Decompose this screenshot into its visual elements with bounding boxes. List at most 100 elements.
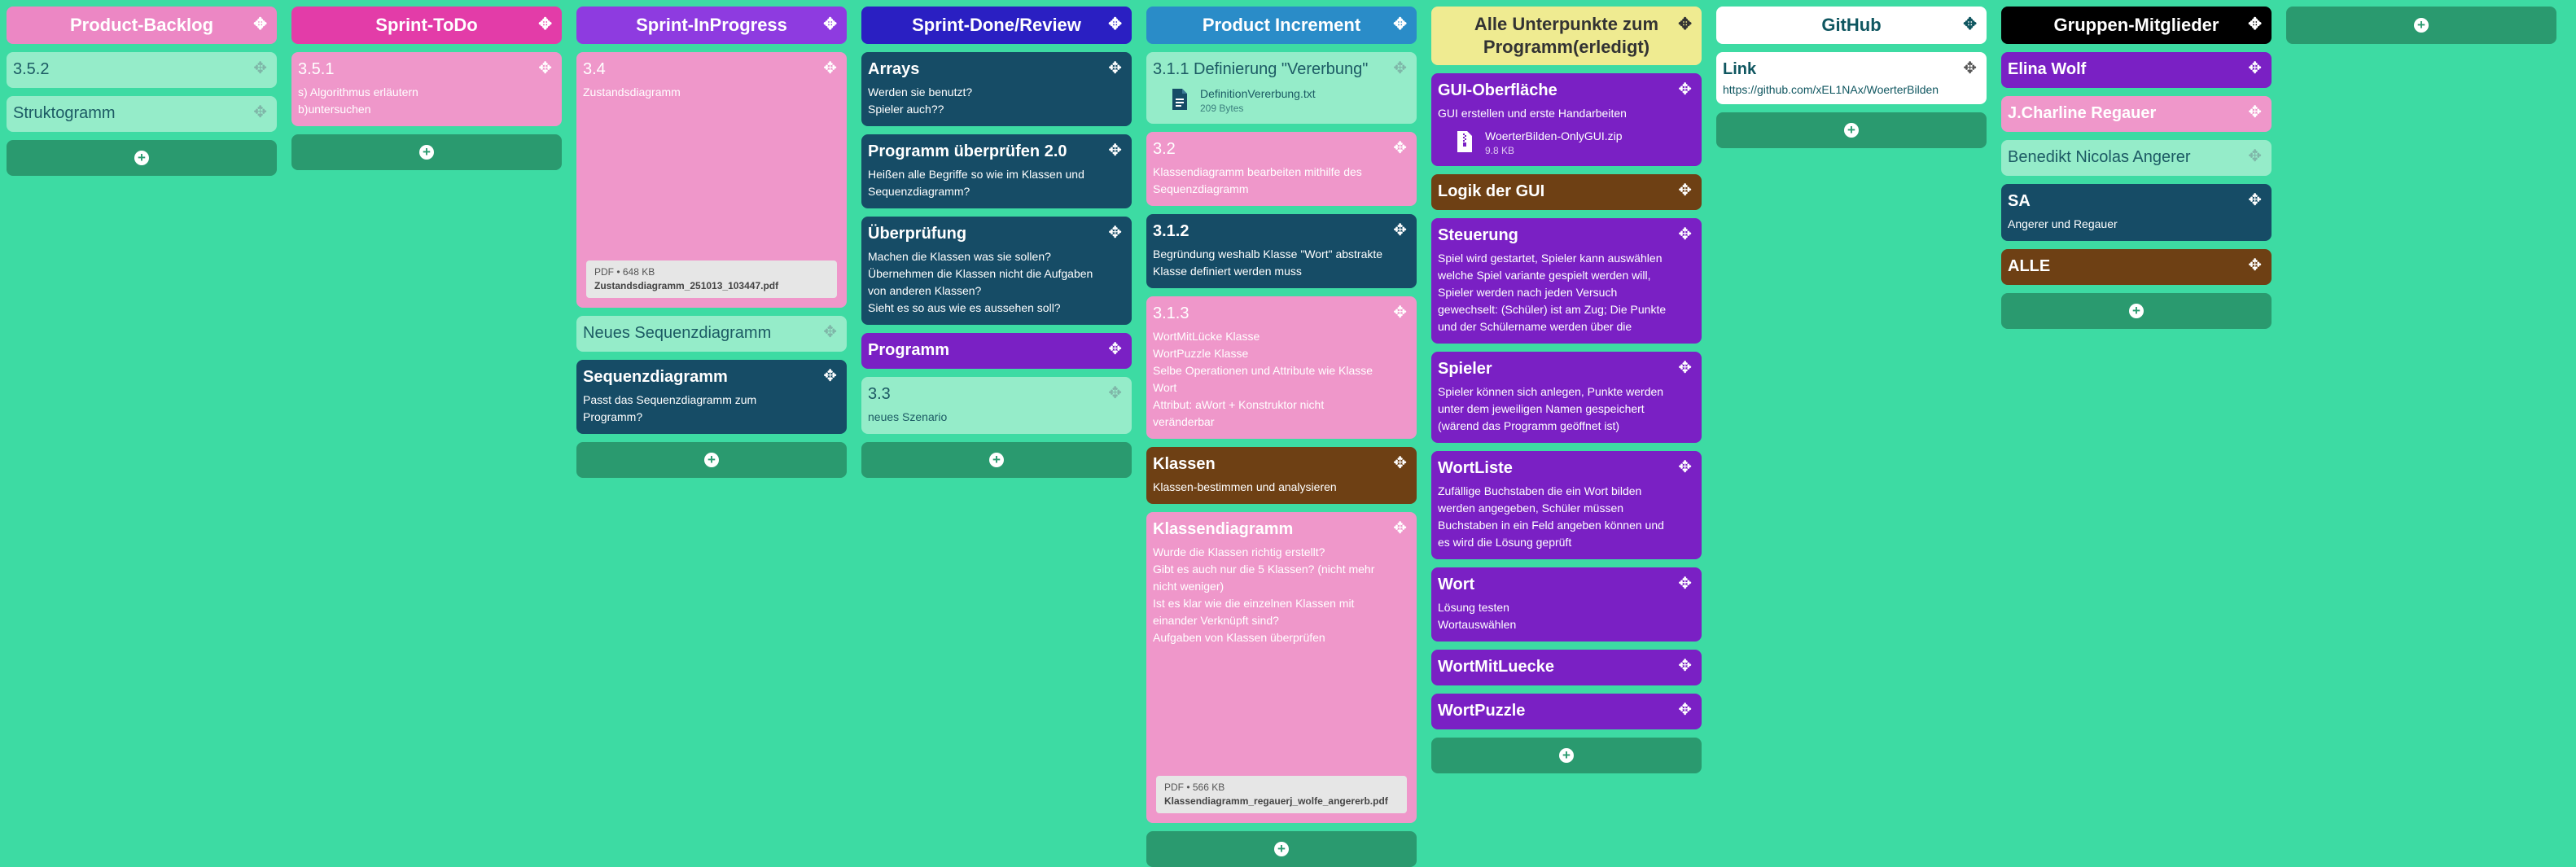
move-handle-icon[interactable]: ✥ — [1393, 16, 1407, 33]
add-card-button[interactable]: + — [1146, 831, 1417, 867]
add-card-button[interactable]: + — [7, 140, 277, 176]
add-card-button[interactable]: + — [861, 442, 1132, 478]
move-handle-icon[interactable]: ✥ — [538, 16, 552, 33]
column-header[interactable]: Sprint-ToDo ✥ — [291, 7, 562, 44]
card[interactable]: GUI-Oberfläche GUI erstellen und erste Ha… — [1431, 73, 1702, 166]
column-header[interactable]: GitHub ✥ — [1716, 7, 1987, 44]
move-handle-icon[interactable]: ✥ — [538, 60, 552, 77]
column-header[interactable]: Sprint-InProgress ✥ — [576, 7, 847, 44]
move-handle-icon[interactable]: ✥ — [2248, 60, 2262, 77]
move-handle-icon[interactable]: ✥ — [2248, 104, 2262, 120]
move-handle-icon[interactable]: ✥ — [823, 368, 837, 384]
column-header[interactable]: Sprint-Done/Review ✥ — [861, 7, 1132, 44]
move-handle-icon[interactable]: ✥ — [1108, 60, 1122, 77]
zip-file-icon — [1456, 130, 1474, 157]
card[interactable]: J.Charline Regauer ✥ — [2001, 96, 2272, 132]
card[interactable]: Klassen Klassen-bestimmen und analysieren… — [1146, 447, 1417, 504]
move-handle-icon[interactable]: ✥ — [2248, 192, 2262, 208]
kanban-board: Product-Backlog ✥ 3.5.2 ✥ Struktogramm ✥ + Spri… — [0, 0, 2576, 867]
card[interactable]: Logik der GUI ✥ — [1431, 174, 1702, 210]
add-circle-icon: + — [2414, 18, 2429, 33]
move-handle-icon[interactable]: ✥ — [1108, 341, 1122, 357]
card[interactable]: Klassendiagramm Wurde die Klassen richtig… — [1146, 512, 1417, 823]
move-handle-icon[interactable]: ✥ — [2248, 16, 2262, 33]
card[interactable]: 3.3 neues Szenario ✥ — [861, 377, 1132, 434]
github-link[interactable]: https://github.com/xEL1NAx/WoerterBilden — [1723, 83, 1954, 96]
move-handle-icon[interactable]: ✥ — [2248, 148, 2262, 164]
move-handle-icon[interactable]: ✥ — [1393, 304, 1407, 321]
pdf-meta: PDF • 648 KB — [594, 266, 655, 278]
card[interactable]: Struktogramm ✥ — [7, 96, 277, 132]
card[interactable]: 3.5.1 s) Algorithmus erläutern b)untersuc… — [291, 52, 562, 126]
move-handle-icon[interactable]: ✥ — [1963, 16, 1977, 33]
move-handle-icon[interactable]: ✥ — [1678, 576, 1692, 592]
card[interactable]: 3.1.1 Definierung "Vererbung" DefinitionV… — [1146, 52, 1417, 124]
card[interactable]: 3.1.2 Begründung weshalb Klasse "Wort" ab… — [1146, 214, 1417, 288]
move-handle-icon[interactable]: ✥ — [1108, 16, 1122, 33]
card[interactable]: Benedikt Nicolas Angerer ✥ — [2001, 140, 2272, 176]
move-handle-icon[interactable]: ✥ — [823, 60, 837, 77]
add-circle-icon: + — [1559, 748, 1574, 763]
add-column-button[interactable]: + — [2286, 7, 2556, 44]
move-handle-icon[interactable]: ✥ — [1393, 140, 1407, 156]
move-handle-icon[interactable]: ✥ — [823, 324, 837, 340]
move-handle-icon[interactable]: ✥ — [1678, 182, 1692, 199]
move-handle-icon[interactable]: ✥ — [2248, 257, 2262, 274]
add-card-button[interactable]: + — [2001, 293, 2272, 329]
add-circle-icon: + — [2129, 304, 2144, 318]
move-handle-icon[interactable]: ✥ — [1963, 60, 1977, 77]
card[interactable]: Link https://github.com/xEL1NAx/WoerterBi… — [1716, 52, 1987, 104]
card[interactable]: Überprüfung Machen die Klassen was sie so… — [861, 217, 1132, 325]
column-header[interactable]: Product-Backlog ✥ — [7, 7, 277, 44]
add-card-button[interactable]: + — [1716, 112, 1987, 148]
move-handle-icon[interactable]: ✥ — [1678, 459, 1692, 475]
move-handle-icon[interactable]: ✥ — [1678, 81, 1692, 98]
move-handle-icon[interactable]: ✥ — [1108, 225, 1122, 241]
card-description: WortMitLücke Klasse WortPuzzle Klasse Se… — [1153, 330, 1373, 428]
pdf-attachment[interactable]: PDF • 648 KB Zustandsdiagramm_251013_1034… — [586, 261, 837, 298]
move-handle-icon[interactable]: ✥ — [1678, 658, 1692, 674]
move-handle-icon[interactable]: ✥ — [1678, 16, 1692, 33]
move-handle-icon[interactable]: ✥ — [1393, 222, 1407, 239]
move-handle-icon[interactable]: ✥ — [1393, 520, 1407, 536]
card[interactable]: Neues Sequenzdiagramm ✥ — [576, 316, 847, 352]
column-header[interactable]: Alle Unterpunkte zum Programm(erledigt) ✥ — [1431, 7, 1702, 65]
move-handle-icon[interactable]: ✥ — [1108, 385, 1122, 401]
card[interactable]: WortMitLuecke ✥ — [1431, 650, 1702, 685]
card[interactable]: ALLE ✥ — [2001, 249, 2272, 285]
card[interactable]: Programm ✥ — [861, 333, 1132, 369]
card[interactable]: Wort Lösung testen Wortauswählen ✥ — [1431, 567, 1702, 641]
column-header[interactable]: Gruppen-Mitglieder ✥ — [2001, 7, 2272, 44]
file-attachment[interactable]: DefinitionVererbung.txt 209 Bytes — [1153, 86, 1384, 116]
card[interactable]: WortListe Zufällige Buchstaben die ein Wo… — [1431, 451, 1702, 559]
card[interactable]: 3.4 Zustandsdiagramm PDF • 648 KB Zustandsd… — [576, 52, 847, 308]
card[interactable]: 3.2 Klassendiagramm bearbeiten mithilfe d… — [1146, 132, 1417, 206]
card[interactable]: 3.5.2 ✥ — [7, 52, 277, 88]
move-handle-icon[interactable]: ✥ — [823, 16, 837, 33]
move-handle-icon[interactable]: ✥ — [253, 16, 267, 33]
column-header[interactable]: Product Increment ✥ — [1146, 7, 1417, 44]
card[interactable]: WortPuzzle ✥ — [1431, 694, 1702, 729]
card[interactable]: Steuerung Spiel wird gestartet, Spieler k… — [1431, 218, 1702, 344]
move-handle-icon[interactable]: ✥ — [1108, 142, 1122, 159]
card[interactable]: SA Angerer und Regauer ✥ — [2001, 184, 2272, 241]
add-card-button[interactable]: + — [576, 442, 847, 478]
move-handle-icon[interactable]: ✥ — [1678, 226, 1692, 243]
column-title: Product Increment — [1202, 15, 1361, 35]
move-handle-icon[interactable]: ✥ — [1678, 360, 1692, 376]
card[interactable]: Spieler Spieler können sich anlegen, Punk… — [1431, 352, 1702, 443]
add-card-button[interactable]: + — [1431, 738, 1702, 773]
add-card-button[interactable]: + — [291, 134, 562, 170]
card[interactable]: Arrays Werden sie benutzt? Spieler auch??… — [861, 52, 1132, 126]
card[interactable]: 3.1.3 WortMitLücke Klasse WortPuzzle Klas… — [1146, 296, 1417, 439]
file-attachment[interactable]: WoerterBilden-OnlyGUI.zip 9.8 KB — [1438, 129, 1669, 158]
move-handle-icon[interactable]: ✥ — [1393, 455, 1407, 471]
move-handle-icon[interactable]: ✥ — [253, 60, 267, 77]
move-handle-icon[interactable]: ✥ — [253, 104, 267, 120]
card[interactable]: Sequenzdiagramm Passt das Sequenzdiagramm… — [576, 360, 847, 434]
card[interactable]: Elina Wolf ✥ — [2001, 52, 2272, 88]
move-handle-icon[interactable]: ✥ — [1393, 60, 1407, 77]
pdf-attachment[interactable]: PDF • 566 KB Klassendiagramm_regauerj_wol… — [1156, 776, 1407, 813]
card[interactable]: Programm überprüfen 2.0 Heißen alle Begri… — [861, 134, 1132, 208]
move-handle-icon[interactable]: ✥ — [1678, 702, 1692, 718]
